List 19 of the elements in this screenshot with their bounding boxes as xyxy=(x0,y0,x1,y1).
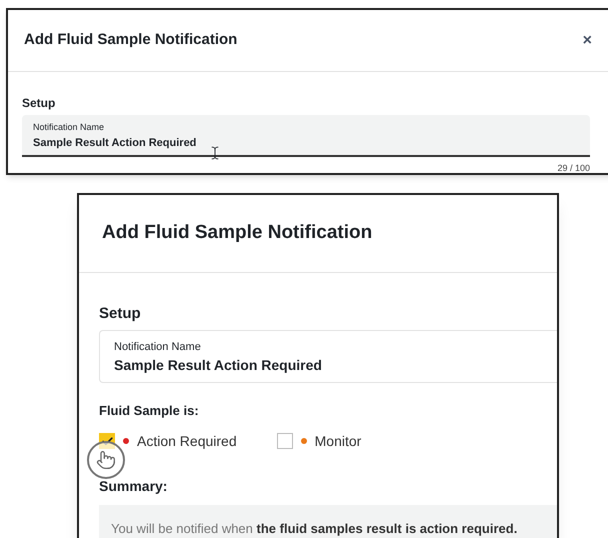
checkbox[interactable] xyxy=(276,433,293,449)
field-value: Sample Result Action Required xyxy=(114,356,323,375)
tap-cursor-icon xyxy=(87,441,125,479)
section-heading: Setup xyxy=(99,304,142,324)
option-label: Monitor xyxy=(314,432,362,450)
options-label: Fluid Sample is: xyxy=(99,402,200,420)
option-label: Action Required xyxy=(137,432,237,451)
section-heading: Setup xyxy=(22,95,56,112)
notification-name-field[interactable]: Notification Name Sample Result Action Required xyxy=(22,115,590,157)
summary-text: You will be notified when the fluid samples result is action required. xyxy=(111,520,518,536)
field-value: Sample Result Action Required xyxy=(33,136,198,150)
close-button[interactable]: × xyxy=(582,32,592,48)
summary-label: Summary: xyxy=(99,476,168,496)
character-counter: 29 / 100 xyxy=(557,162,590,173)
field-label: Notification Name xyxy=(114,340,202,354)
dialog-title: Add Fluid Sample Notification xyxy=(24,30,238,50)
field-label: Notification Name xyxy=(33,121,106,134)
dialog-title: Add Fluid Sample Notification xyxy=(102,221,372,246)
notification-name-field[interactable]: Notification Name Sample Result Action Required xyxy=(99,330,557,383)
